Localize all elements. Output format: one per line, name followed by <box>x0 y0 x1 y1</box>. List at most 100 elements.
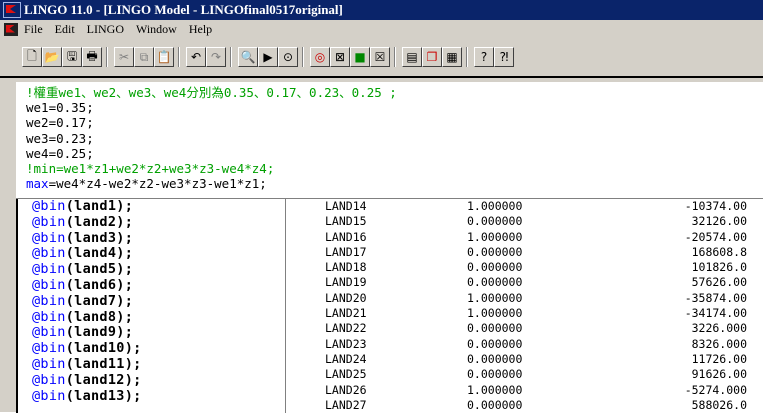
model-editor-lower[interactable]: @bin(land1); @bin(land2); @bin(land3); @bin… <box>16 199 286 413</box>
bin-argument: (land1); <box>65 199 134 214</box>
solution-value: 0.000000 <box>467 336 523 351</box>
lingo-app-window: LINGO 11.0 - [LINGO Model - LINGOfinal05… <box>0 0 763 413</box>
bin-function: @bin <box>32 371 66 388</box>
bin-argument: (land6); <box>65 276 134 293</box>
solution-reduced-cost: 11726.00 <box>691 351 747 366</box>
goto-icon[interactable]: ▶ <box>258 47 278 67</box>
toolbar-separator <box>230 47 232 67</box>
objective-expression: =we4*z4-we2*z2-we3*z3-we1*z1; <box>48 176 267 192</box>
bin-constraint-line: @bin(land8); <box>18 308 285 326</box>
solution-reduced-cost: -34174.00 <box>684 306 747 321</box>
toolbar-separator <box>394 47 396 67</box>
matrix-icon[interactable]: ■ <box>350 47 370 67</box>
bin-argument: (land3); <box>65 229 134 246</box>
bin-constraint-line: @bin(land12); <box>18 371 285 389</box>
solution-row: LAND17 0.000000 168608.8 <box>287 245 763 260</box>
solution-row: LAND26 1.000000 -5274.000 <box>287 383 763 398</box>
solution-row: LAND14 1.000000 -10374.00 <box>287 199 763 214</box>
bin-argument: (land8); <box>65 308 134 325</box>
solution-row: LAND24 0.000000 11726.00 <box>287 352 763 367</box>
solution-report[interactable]: LAND14 1.000000 -10374.00 LAND15 0.000000 321… <box>287 199 763 413</box>
bin-argument: (land10); <box>65 340 142 357</box>
new-file-icon[interactable]: 🗋 <box>22 47 42 67</box>
context-help-icon[interactable]: ⁈ <box>494 47 514 67</box>
bin-function: @bin <box>32 355 66 372</box>
bin-function: @bin <box>32 308 66 325</box>
solution-variable: LAND14 <box>325 199 367 213</box>
cut-icon[interactable]: ✂ <box>114 47 134 67</box>
bin-constraint-line: @bin(land2); <box>18 214 285 231</box>
solution-value: 0.000000 <box>467 397 523 412</box>
solution-icon[interactable]: ⊠ <box>330 47 350 67</box>
undo-icon[interactable]: ↶ <box>186 47 206 67</box>
solution-variable: LAND22 <box>325 321 367 336</box>
tile-icon[interactable]: ▤ <box>402 47 422 67</box>
solution-value: 1.000000 <box>467 382 523 397</box>
bin-function: @bin <box>32 261 66 278</box>
solution-variable: LAND16 <box>325 229 367 244</box>
solution-row: LAND15 0.000000 32126.00 <box>287 214 763 229</box>
paste-icon[interactable]: 📋 <box>154 47 174 67</box>
solution-value: 1.000000 <box>467 306 523 321</box>
menu-edit[interactable]: Edit <box>55 22 75 37</box>
solution-row: LAND23 0.000000 8326.000 <box>287 337 763 352</box>
bin-function: @bin <box>32 387 66 404</box>
toolbar: 🗋 📂 🖫 🖶 ✂ ⧉ 📋 ↶ ↷ 🔍 ▶ ⊙ ◎ ⊠ ■ ☒ ▤ ❐ ▦ ? … <box>0 38 763 78</box>
menu-help[interactable]: Help <box>189 22 212 37</box>
code-line: we3=0.23; <box>26 130 94 146</box>
menu-file[interactable]: File <box>24 22 43 37</box>
solution-reduced-cost: 3226.000 <box>691 321 747 336</box>
code-line: we1=0.35; <box>26 100 94 116</box>
solution-row: LAND19 0.000000 57626.00 <box>287 275 763 290</box>
solution-value: 1.000000 <box>467 229 523 244</box>
bin-constraint-line: @bin(land7); <box>18 292 285 310</box>
comment-line: !權重we1、we2、we3、we4分別為0.35、0.17、0.23、0.25… <box>26 85 397 100</box>
bin-argument: (land12); <box>65 371 142 388</box>
max-keyword: max <box>26 176 49 192</box>
title-bar[interactable]: LINGO 11.0 - [LINGO Model - LINGOfinal05… <box>0 0 763 20</box>
help-icon[interactable]: ? <box>474 47 494 67</box>
solution-reduced-cost: 8326.000 <box>691 336 747 351</box>
solution-row: LAND27 0.000000 588026.0 <box>287 398 763 413</box>
solution-variable: LAND19 <box>325 275 367 290</box>
copy-icon[interactable]: ⧉ <box>134 47 154 67</box>
model-editor[interactable]: !權重we1、we2、we3、we4分別為0.35、0.17、0.23、0.25… <box>16 82 763 198</box>
solution-reduced-cost: 57626.00 <box>691 275 747 290</box>
solution-variable: LAND25 <box>325 367 367 382</box>
solution-value: 1.000000 <box>467 290 523 305</box>
send-to-back-icon[interactable]: ▦ <box>442 47 462 67</box>
bin-constraint-line: @bin(land3); <box>18 229 285 247</box>
bin-constraint-line: @bin(land6); <box>18 276 285 294</box>
solution-value: 0.000000 <box>467 275 523 290</box>
solution-reduced-cost: -35874.00 <box>684 290 747 305</box>
bin-argument: (land11); <box>65 355 142 372</box>
bin-argument: (land4); <box>65 245 134 262</box>
close-all-icon[interactable]: ☒ <box>370 47 390 67</box>
bin-function: @bin <box>32 199 66 214</box>
bin-argument: (land13); <box>65 387 142 404</box>
solution-reduced-cost: 588026.0 <box>691 397 747 412</box>
menu-window[interactable]: Window <box>136 22 177 37</box>
redo-icon[interactable]: ↷ <box>206 47 226 67</box>
solution-variable: LAND23 <box>325 336 367 351</box>
save-icon[interactable]: 🖫 <box>62 47 82 67</box>
comment-line: !min=we1*z1+we2*z2+we3*z3-we4*z4; <box>26 160 275 176</box>
print-icon[interactable]: 🖶 <box>82 47 102 67</box>
open-folder-icon[interactable]: 📂 <box>42 47 62 67</box>
solution-value: 0.000000 <box>467 367 523 382</box>
menu-lingo[interactable]: LINGO <box>87 22 124 37</box>
bin-function: @bin <box>32 324 66 341</box>
solution-reduced-cost: -20574.00 <box>684 229 747 244</box>
find-icon[interactable]: 🔍 <box>238 47 258 67</box>
cascade-icon[interactable]: ❐ <box>422 47 442 67</box>
solve-icon[interactable]: ◎ <box>310 47 330 67</box>
match-paren-icon[interactable]: ⊙ <box>278 47 298 67</box>
toolbar-separator <box>106 47 108 67</box>
bin-constraint-line: @bin(land11); <box>18 355 285 373</box>
solution-row: LAND20 1.000000 -35874.00 <box>287 291 763 306</box>
bin-constraint-line: @bin(land5); <box>18 261 285 278</box>
window-title: LINGO 11.0 - [LINGO Model - LINGOfinal05… <box>24 2 343 17</box>
toolbar-separator <box>466 47 468 67</box>
document-menu-icon[interactable] <box>4 22 18 36</box>
bin-function: @bin <box>32 292 66 309</box>
